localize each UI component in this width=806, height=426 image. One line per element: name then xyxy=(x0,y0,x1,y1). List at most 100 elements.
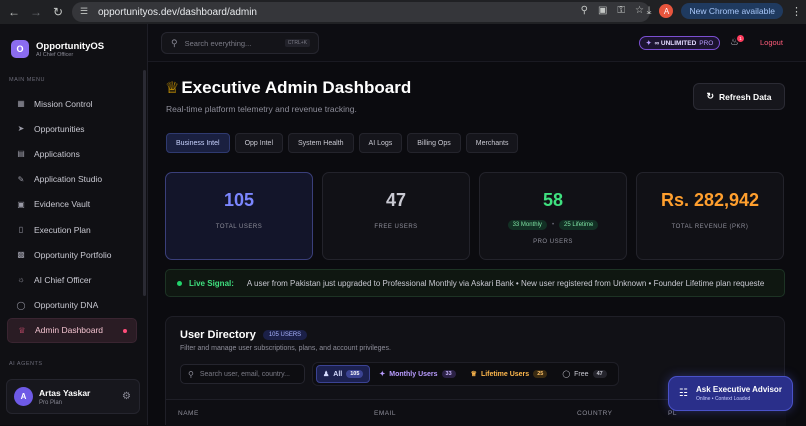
filter-label: Free xyxy=(574,370,589,378)
bookmark-star-icon[interactable]: ☆ xyxy=(635,5,644,16)
tab-business-intel[interactable]: Business Intel xyxy=(166,133,230,153)
grid-icon: ▦ xyxy=(17,99,25,109)
lightbulb-icon: ☼ xyxy=(17,275,25,285)
live-signal-text: A user from Pakistan just upgraded to Pr… xyxy=(246,278,765,288)
cast-icon[interactable]: ▣ xyxy=(598,5,607,16)
filter-all[interactable]: ♟ All 105 xyxy=(316,365,371,383)
sidebar-item-mission-control[interactable]: ▦ Mission Control xyxy=(0,91,147,116)
zoom-icon[interactable]: ⚲ xyxy=(581,5,588,16)
crown-icon: ♕ xyxy=(18,325,26,335)
top-bar: ⚲ Search everything... CTRL+K ✦ ∞ UNLIMI… xyxy=(148,24,806,62)
column-header-plan[interactable]: PL xyxy=(668,410,677,417)
tab-merchants[interactable]: Merchants xyxy=(465,133,519,153)
filter-count: 105 xyxy=(346,370,364,378)
filter-monthly-users[interactable]: ✦ Monthly Users 33 xyxy=(373,365,461,383)
brand-title: OpportunityOS xyxy=(36,40,105,52)
brand-logo: O xyxy=(11,40,29,58)
plan-badge[interactable]: ✦ ∞ UNLIMITED PRO xyxy=(639,36,721,50)
user-card[interactable]: A Artas Yaskar Pro Plan ⚙ xyxy=(6,379,140,414)
active-indicator xyxy=(123,328,127,333)
directory-count-badge: 105 USERS xyxy=(262,330,308,340)
monthly-chip: 33 Monthly xyxy=(507,220,547,230)
pen-icon: ✎ xyxy=(17,174,25,184)
tab-billing-ops[interactable]: Billing Ops xyxy=(407,133,461,153)
map-icon: ▯ xyxy=(18,225,24,235)
tab-ai-logs[interactable]: AI Logs xyxy=(358,133,403,153)
tabs: Business Intel Opp Intel System Health A… xyxy=(166,133,519,153)
filter-free[interactable]: ◯ Free 47 xyxy=(556,365,612,383)
search-input[interactable]: ⚲ Search everything... CTRL+K xyxy=(161,32,319,54)
address-bar[interactable]: ☰ opportunityos.dev/dashboard/admin ⚲ ▣ … xyxy=(72,2,650,22)
sidebar-item-ai-chief-officer[interactable]: ☼ AI Chief Officer xyxy=(0,267,147,292)
main-content: ♕ Executive Admin Dashboard Real-time pl… xyxy=(148,62,806,426)
refresh-label: Refresh Data xyxy=(719,91,772,102)
stat-card-pro-users[interactable]: 58 33 Monthly • 25 Lifetime PRO USERS xyxy=(479,172,627,260)
briefcase-icon: ▩ xyxy=(17,250,25,260)
refresh-data-button[interactable]: ↻ Refresh Data xyxy=(693,83,785,110)
advisor-title: Ask Executive Advisor xyxy=(695,385,782,394)
sidebar-item-execution-plan[interactable]: ▯ Execution Plan xyxy=(0,217,147,242)
rocket-icon: ➤ xyxy=(17,124,25,134)
stat-label: TOTAL REVENUE (PKR) xyxy=(671,224,749,230)
gear-icon[interactable]: ⚙ xyxy=(122,391,131,402)
archive-icon: ▣ xyxy=(17,199,25,209)
sidebar-item-applications[interactable]: ▤ Applications xyxy=(0,141,147,166)
shield-icon: ◯ xyxy=(562,371,571,378)
ask-executive-advisor-button[interactable]: ☷ Ask Executive Advisor Online • Context… xyxy=(668,376,793,411)
filter-lifetime-users[interactable]: ♕ Lifetime Users 25 xyxy=(465,365,554,383)
lightning-icon: ✦ xyxy=(379,371,386,378)
pro-breakdown: 33 Monthly • 25 Lifetime xyxy=(480,220,626,230)
logout-button[interactable]: Logout xyxy=(760,38,783,47)
site-info-icon[interactable]: ☰ xyxy=(80,6,92,18)
sidebar-item-evidence-vault[interactable]: ▣ Evidence Vault xyxy=(0,192,147,217)
column-header-name[interactable]: NAME xyxy=(178,410,199,417)
filter-count: 33 xyxy=(441,370,456,378)
reload-icon[interactable]: ↻ xyxy=(50,4,66,20)
menu-dots-icon[interactable]: ⋮ xyxy=(791,5,802,18)
sidebar-item-opportunity-dna[interactable]: ◯ Opportunity DNA xyxy=(0,293,147,318)
shortcut-hint: CTRL+K xyxy=(284,39,310,47)
key-icon[interactable]: ⚿ xyxy=(617,5,625,16)
back-icon[interactable]: ← xyxy=(6,4,22,20)
sidebar-item-label: Application Studio xyxy=(34,174,103,185)
stat-label: PRO USERS xyxy=(533,239,573,245)
stat-card-free-users[interactable]: 47 FREE USERS xyxy=(322,172,470,260)
stat-card-total-users[interactable]: 105 TOTAL USERS xyxy=(165,172,313,260)
page-title: ♕ Executive Admin Dashboard xyxy=(165,78,411,98)
directory-search-placeholder: Search user, email, country... xyxy=(199,370,290,378)
users-icon: ♟ xyxy=(323,371,330,378)
stat-value: 105 xyxy=(223,190,255,210)
search-icon: ⚲ xyxy=(188,369,194,379)
tab-opp-intel[interactable]: Opp Intel xyxy=(234,133,284,153)
forward-icon[interactable]: → xyxy=(28,4,44,20)
directory-search-input[interactable]: ⚲ Search user, email, country... xyxy=(180,364,305,384)
user-plan: Pro Plan xyxy=(39,399,63,406)
download-icon[interactable]: ⤓ xyxy=(647,5,652,18)
profile-avatar[interactable]: A xyxy=(659,4,674,18)
column-header-country[interactable]: COUNTRY xyxy=(577,410,613,417)
globe-icon: ◯ xyxy=(16,300,26,310)
sidebar-item-label: AI Chief Officer xyxy=(34,274,92,285)
sidebar-item-application-studio[interactable]: ✎ Application Studio xyxy=(0,167,147,192)
directory-subtitle: Filter and manage user subscriptions, pl… xyxy=(180,345,391,352)
stat-value: 58 xyxy=(542,190,564,210)
sidebar-item-opportunity-portfolio[interactable]: ▩ Opportunity Portfolio xyxy=(0,242,147,267)
new-chrome-button[interactable]: New Chrome available xyxy=(681,3,783,19)
directory-title-text: User Directory xyxy=(180,329,256,341)
nav-list: ▦ Mission Control ➤ Opportunities ▤ Applica… xyxy=(0,91,147,343)
user-name: Artas Yaskar xyxy=(39,387,91,398)
advisor-subtitle: Online • Context Loaded xyxy=(695,396,751,402)
sidebar-item-admin-dashboard[interactable]: ♕ Admin Dashboard xyxy=(7,317,137,343)
tab-system-health[interactable]: System Health xyxy=(288,133,354,153)
stat-card-total-revenue[interactable]: Rs. 282,942 TOTAL REVENUE (PKR) xyxy=(636,172,784,260)
sidebar-scrollbar[interactable] xyxy=(143,70,146,296)
sidebar-item-opportunities[interactable]: ➤ Opportunities xyxy=(0,116,147,141)
page-title-text: Executive Admin Dashboard xyxy=(181,78,412,97)
search-icon: ⚲ xyxy=(171,37,178,48)
url-text[interactable]: opportunityos.dev/dashboard/admin xyxy=(98,7,257,18)
column-header-email[interactable]: EMAIL xyxy=(374,410,396,417)
live-dot-icon xyxy=(177,280,182,286)
refresh-icon: ↻ xyxy=(706,91,715,101)
brand[interactable]: O OpportunityOS AI Chief Officer xyxy=(0,24,147,58)
filter-label: All xyxy=(333,370,343,378)
